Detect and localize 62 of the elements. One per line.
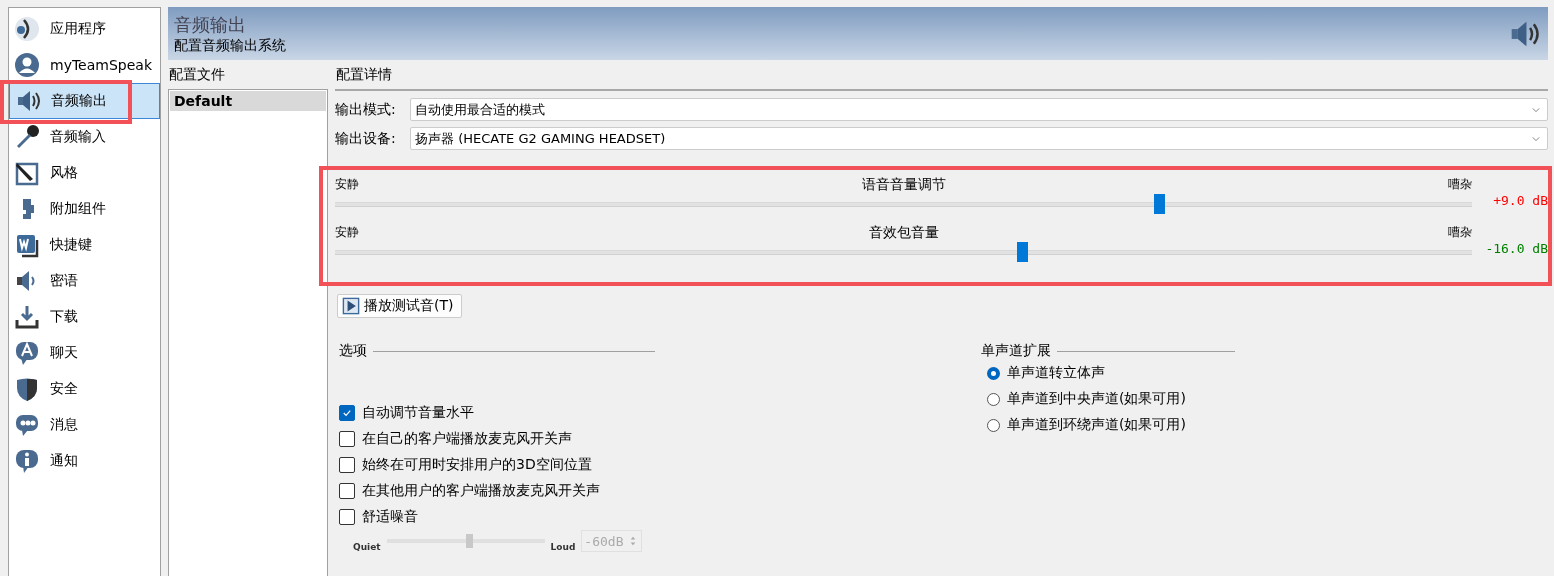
sidebar-item[interactable]: 下载	[9, 299, 160, 335]
field-label: 输出模式:	[335, 100, 397, 119]
min-label: 安静	[335, 176, 359, 193]
checkbox-label: 始终在可用时安排用户的3D空间位置	[362, 456, 592, 474]
play-test-button[interactable]: 播放测试音(T)	[337, 294, 463, 318]
radio-label: 单声道转立体声	[1007, 364, 1105, 382]
radio-button[interactable]	[987, 392, 1000, 406]
sidebar-item[interactable]: 音频输出	[9, 83, 160, 119]
volume-reading: +9.0 dB	[1492, 193, 1548, 210]
checkbox[interactable]	[339, 457, 355, 473]
sidebar-item[interactable]: 聊天	[9, 335, 160, 371]
sidebar-item[interactable]: 安全	[9, 371, 160, 407]
sidebar-item[interactable]: 密语	[9, 263, 160, 299]
slider-thumb[interactable]	[1153, 194, 1165, 214]
checkbox-label: 在其他用户的客户端播放麦克风开关声	[362, 482, 600, 500]
min-label: Quiet	[353, 542, 381, 552]
section-heading: 配置文件	[168, 65, 226, 84]
speaker-icon	[15, 88, 41, 114]
sidebar-item[interactable]: 风格	[9, 155, 160, 191]
shield-icon	[14, 376, 40, 402]
info-icon	[14, 448, 40, 474]
sidebar-item[interactable]: 消息	[9, 407, 160, 443]
page-subtitle: 配置音频输出系统	[174, 36, 286, 55]
checkbox-label: 在自己的客户端播放麦克风开关声	[362, 430, 572, 448]
download-icon	[14, 304, 40, 330]
checkbox-label: 舒适噪音	[362, 508, 418, 526]
group-heading: 单声道扩展	[981, 342, 1051, 360]
dropdown[interactable]: 扬声器 (HECATE G2 GAMING HEADSET)	[410, 127, 1548, 150]
group-heading: 选项	[339, 342, 367, 360]
section-heading: 配置详情	[335, 60, 1548, 91]
sidebar-item[interactable]: 通知	[9, 443, 160, 479]
radio-button[interactable]	[987, 366, 1000, 380]
sidebar-item[interactable]: myTeamSpeak	[9, 47, 160, 83]
user-icon	[14, 52, 40, 78]
sidebar-item[interactable]: 附加组件	[9, 191, 160, 227]
logo-icon	[14, 16, 40, 42]
radio-label: 单声道到中央声道(如果可用)	[1007, 390, 1186, 408]
checkbox[interactable]	[339, 509, 355, 525]
chat-icon	[14, 340, 40, 366]
slider-title: 音效包音量	[868, 224, 939, 242]
dropdown[interactable]: 自动使用最合适的模式	[410, 98, 1548, 121]
message-icon	[14, 412, 40, 438]
radio-label: 单声道到环绕声道(如果可用)	[1007, 416, 1186, 434]
checkbox[interactable]	[339, 405, 355, 421]
slider-title: 语音音量调节	[861, 176, 946, 194]
max-label: Loud	[550, 542, 576, 552]
min-label: 安静	[335, 224, 359, 241]
page-title: 音频输出	[174, 12, 247, 37]
sidebar-item[interactable]: 应用程序	[9, 11, 160, 47]
radio-button[interactable]	[987, 418, 1000, 432]
max-label: 嘈杂	[1448, 224, 1472, 241]
checkbox-label: 自动调节音量水平	[362, 404, 474, 422]
sidebar-item[interactable]: 音频输入	[9, 119, 160, 155]
field-label: 输出设备:	[335, 129, 397, 148]
slider-thumb[interactable]	[1017, 242, 1029, 262]
max-label: 嘈杂	[1448, 176, 1472, 193]
checkbox[interactable]	[339, 483, 355, 499]
profile-item[interactable]: Default	[170, 91, 326, 111]
volume-reading: -16.0 dB	[1484, 241, 1548, 258]
checkbox[interactable]	[339, 431, 355, 447]
sidebar-item[interactable]: 快捷键	[9, 227, 160, 263]
play-icon	[342, 297, 360, 315]
